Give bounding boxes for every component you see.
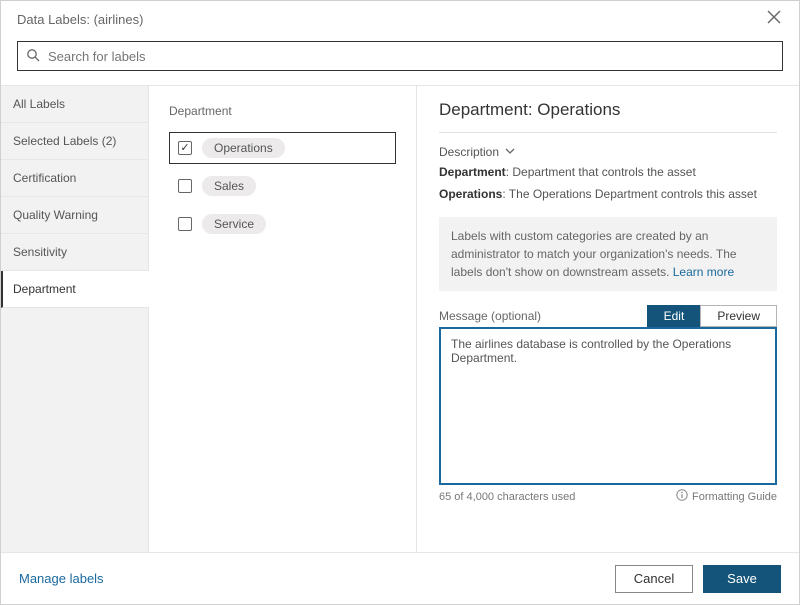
learn-more-link[interactable]: Learn more [673, 265, 734, 279]
message-textarea[interactable] [439, 327, 777, 485]
message-header: Message (optional) Edit Preview [439, 305, 777, 327]
detail-heading: Department: Operations [439, 100, 777, 120]
sidebar-item-selected-labels[interactable]: Selected Labels (2) [1, 123, 148, 160]
divider [439, 132, 777, 133]
detail-panel: Department: Operations Description Depar… [417, 86, 799, 552]
cancel-button[interactable]: Cancel [615, 565, 693, 593]
info-box: Labels with custom categories are create… [439, 217, 777, 291]
description-toggle[interactable]: Description [439, 145, 777, 159]
checkbox-sales[interactable] [178, 179, 192, 193]
search-wrap [1, 37, 799, 85]
titlebar: Data Labels: (airlines) [1, 1, 799, 37]
checkbox-operations[interactable] [178, 141, 192, 155]
manage-labels-link[interactable]: Manage labels [19, 571, 104, 586]
message-tabs: Edit Preview [647, 305, 777, 327]
search-input[interactable] [46, 48, 774, 65]
sidebar-item-certification[interactable]: Certification [1, 160, 148, 197]
formatting-guide-label: Formatting Guide [692, 491, 777, 503]
label-list-panel: Department Operations Sales Service [149, 86, 417, 552]
char-counter: 65 of 4,000 characters used [439, 491, 575, 503]
chevron-down-icon [505, 145, 515, 159]
sidebar-item-quality-warning[interactable]: Quality Warning [1, 197, 148, 234]
dialog-footer: Manage labels Cancel Save [1, 552, 799, 604]
close-icon[interactable] [761, 6, 787, 33]
sidebar-item-all-labels[interactable]: All Labels [1, 86, 148, 123]
search-box[interactable] [17, 41, 783, 71]
description-toggle-label: Description [439, 145, 499, 159]
formatting-guide-link[interactable]: Formatting Guide [676, 489, 777, 504]
label-pill: Service [202, 214, 266, 234]
label-pill: Operations [202, 138, 285, 158]
info-icon [676, 489, 688, 504]
sidebar-item-sensitivity[interactable]: Sensitivity [1, 234, 148, 271]
label-list-heading: Department [169, 104, 396, 118]
message-label: Message (optional) [439, 309, 541, 323]
search-icon [26, 48, 40, 65]
description-category: Department: Department that controls the… [439, 165, 777, 179]
dialog-title: Data Labels: (airlines) [17, 12, 143, 27]
data-labels-dialog: Data Labels: (airlines) All Labels Selec… [0, 0, 800, 605]
label-pill: Sales [202, 176, 256, 196]
save-button[interactable]: Save [703, 565, 781, 593]
dialog-body: All Labels Selected Labels (2) Certifica… [1, 85, 799, 552]
sidebar-item-department[interactable]: Department [1, 271, 149, 308]
sidebar: All Labels Selected Labels (2) Certifica… [1, 86, 149, 552]
footer-actions: Cancel Save [615, 565, 781, 593]
checkbox-service[interactable] [178, 217, 192, 231]
label-row-sales[interactable]: Sales [169, 170, 396, 202]
description-value: Operations: The Operations Department co… [439, 187, 777, 201]
label-row-operations[interactable]: Operations [169, 132, 396, 164]
message-footer: 65 of 4,000 characters used Formatting G… [439, 489, 777, 504]
tab-edit[interactable]: Edit [647, 305, 701, 327]
label-row-service[interactable]: Service [169, 208, 396, 240]
tab-preview[interactable]: Preview [700, 305, 777, 327]
